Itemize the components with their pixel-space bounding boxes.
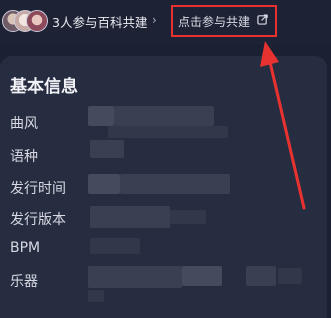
annotation-arrow — [260, 41, 306, 210]
